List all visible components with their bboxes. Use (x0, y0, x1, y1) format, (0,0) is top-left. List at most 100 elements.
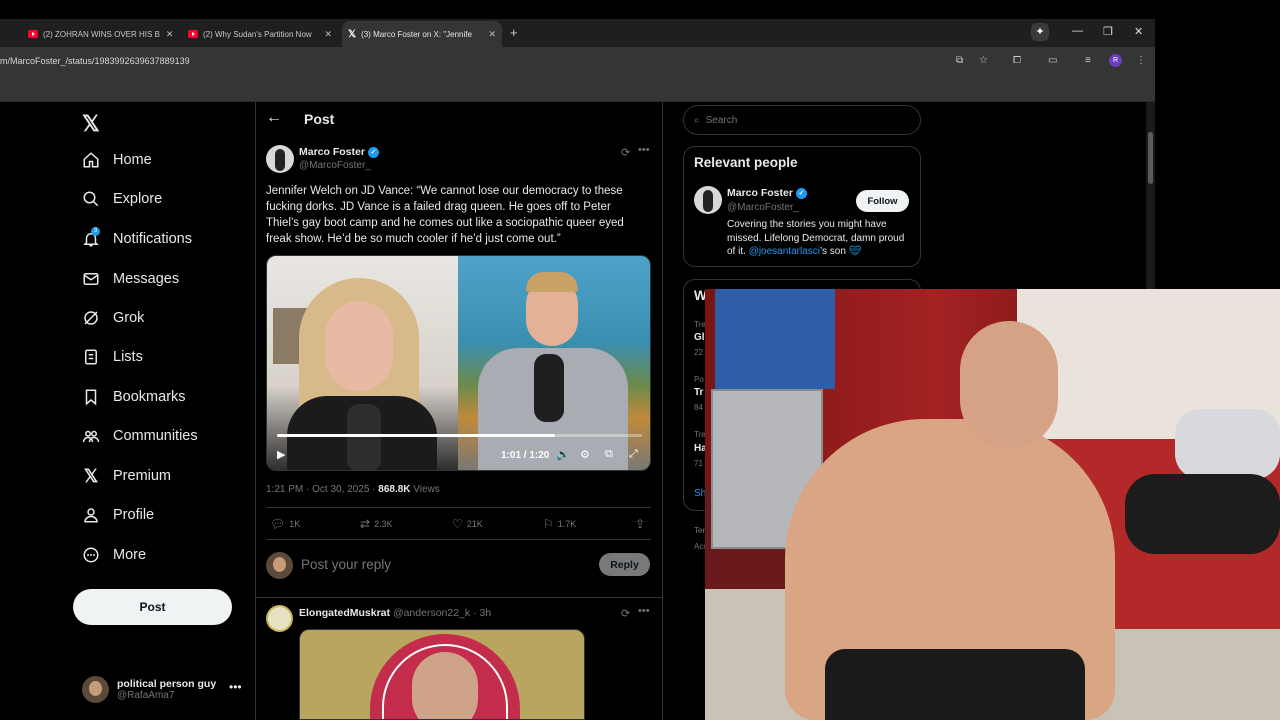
relevant-people-title: Relevant people (694, 155, 798, 170)
play-icon[interactable]: ▶ (277, 448, 285, 461)
x-logo-icon[interactable]: 𝕏 (82, 111, 100, 137)
mail-icon (82, 270, 100, 288)
sidebar-item-lists[interactable]: Lists (82, 348, 143, 366)
sidebar-item-notifications[interactable]: 3 Notifications (82, 227, 192, 248)
address-bar[interactable]: m/MarcoFoster_/status/198399263963788913… (0, 47, 1155, 75)
author-name[interactable]: Marco Foster ✓ (299, 146, 379, 158)
settings-icon[interactable]: ⚙ (580, 448, 590, 461)
reply-image[interactable] (299, 629, 585, 720)
reply-time: · 3h (473, 607, 492, 619)
trend-name[interactable]: Gl (694, 332, 705, 343)
close-window-icon[interactable]: ✕ (1134, 25, 1143, 38)
install-icon[interactable]: ⧉ (956, 55, 963, 66)
tab-sudan[interactable]: (2) Why Sudan's Partition Now ✕ (182, 21, 338, 47)
url-text[interactable]: m/MarcoFoster_/status/198399263963788913… (0, 56, 190, 66)
video-progress-bar[interactable] (277, 434, 642, 437)
reply-input[interactable]: Post your reply (301, 557, 391, 572)
youtube-icon (188, 30, 198, 38)
star-icon[interactable]: ☆ (979, 55, 988, 66)
grok-explain-icon[interactable]: ⟳ (621, 607, 630, 620)
notification-badge: 3 (91, 227, 100, 236)
more-dots-icon[interactable]: ••• (638, 144, 650, 156)
bookmark-action[interactable]: ⚐ 1.7K (543, 517, 576, 531)
sidebar-item-bookmarks[interactable]: Bookmarks (82, 388, 186, 406)
communities-icon (82, 427, 100, 445)
search-input[interactable]: ⌕ Search (683, 105, 921, 135)
gemini-icon[interactable]: ✦ (1031, 23, 1049, 41)
trend-name[interactable]: Tr (694, 387, 703, 398)
author-avatar[interactable] (266, 145, 294, 173)
close-icon[interactable]: ✕ (318, 29, 332, 40)
tab-overflow-close[interactable]: ✕ (0, 21, 12, 47)
sidebar-item-messages[interactable]: Messages (82, 270, 179, 288)
sidebar-item-communities[interactable]: Communities (82, 427, 198, 445)
menu-icon[interactable]: ⋮ (1136, 55, 1146, 66)
account-name: political person guy (117, 678, 217, 690)
minimize-icon[interactable]: — (1072, 25, 1083, 37)
share-action[interactable]: ⇪ (635, 517, 649, 531)
bookmark-bar (0, 75, 1155, 102)
sidebar-item-home[interactable]: Home (82, 151, 152, 169)
sidebar-item-label: Profile (113, 507, 155, 523)
webcam-person-shorts (825, 649, 1085, 720)
footer-link[interactable]: Ter (694, 526, 705, 535)
sidebar-item-label: More (113, 547, 147, 563)
tab-title: (2) Why Sudan's Partition Now (203, 29, 312, 39)
sidebar-item-premium[interactable]: 𝕏 Premium (82, 466, 171, 486)
bio-link[interactable]: @joesantarlasci (749, 246, 820, 257)
webcam-boxes (715, 289, 835, 389)
relevant-person-handle[interactable]: @MarcoFoster_ (727, 202, 799, 213)
new-tab-icon[interactable]: + (510, 25, 518, 40)
scrollbar-thumb[interactable] (1148, 132, 1153, 184)
video-time: 1:01 / 1:20 (501, 450, 550, 461)
repost-icon: ⇄ (360, 517, 371, 531)
verified-icon: ✓ (367, 146, 379, 158)
volume-icon[interactable]: 🔈 (556, 448, 570, 461)
back-arrow-icon[interactable]: ← (266, 109, 282, 127)
fullscreen-icon[interactable]: ⤢ (629, 448, 638, 461)
sidebar-item-explore[interactable]: Explore (82, 190, 162, 208)
reply-button[interactable]: Reply (599, 553, 650, 576)
tab-marco-foster[interactable]: 𝕏 (3) Marco Foster on X: "Jennife ✕ (342, 21, 502, 47)
extensions-icon[interactable]: ⧠ (1013, 55, 1021, 66)
media-icon[interactable]: ≡ (1085, 55, 1091, 66)
reply-author-avatar[interactable] (266, 605, 293, 632)
more-circle-icon (82, 546, 100, 564)
sidepanel-icon[interactable]: ▭ (1048, 55, 1057, 66)
video-player[interactable]: ▶ 1:01 / 1:20 🔈 ⚙ ⧉ ⤢ (266, 255, 651, 471)
reply-action[interactable]: 💬︎ 1K (270, 517, 300, 531)
like-action[interactable]: ♡ 21K (452, 517, 483, 531)
post-timestamp[interactable]: 1:21 PM · Oct 30, 2025 · (266, 484, 378, 495)
repost-action[interactable]: ⇄ 2.3K (360, 517, 393, 531)
trend-category: Tre (694, 320, 706, 329)
more-dots-icon[interactable]: ••• (638, 605, 650, 617)
sidebar-item-label: Messages (113, 271, 180, 287)
sidebar-item-profile[interactable]: Profile (82, 506, 154, 524)
trend-count: 22 (694, 348, 703, 357)
like-count: 21K (466, 519, 483, 529)
follow-button[interactable]: Follow (856, 190, 909, 212)
grok-explain-icon[interactable]: ⟳ (621, 146, 630, 159)
pip-icon[interactable]: ⧉ (605, 448, 613, 461)
webcam-person-head (960, 321, 1058, 449)
bio-suffix: ’s son (819, 246, 849, 257)
close-icon[interactable]: ✕ (160, 29, 174, 40)
repost-count: 2.3K (374, 519, 393, 529)
sidebar-item-more[interactable]: More (82, 546, 146, 564)
account-switcher[interactable]: political person guy @RafaAma7 (82, 676, 216, 703)
microphone-image (347, 404, 381, 470)
avatar[interactable] (694, 186, 722, 214)
profile-avatar[interactable]: R (1109, 54, 1122, 67)
sidebar-item-grok[interactable]: Grok (82, 309, 144, 327)
close-icon[interactable]: ✕ (482, 29, 496, 40)
more-dots-icon[interactable]: ••• (229, 680, 242, 694)
sidebar-item-label: Lists (113, 349, 143, 365)
reply-author-handle: @anderson22_k (392, 607, 471, 619)
sidebar-item-label: Grok (113, 310, 145, 326)
author-handle[interactable]: @MarcoFoster_ (299, 160, 371, 171)
tab-zohran[interactable]: (2) ZOHRAN WINS OVER HIS B ✕ (22, 21, 174, 47)
reply-author[interactable]: ElongatedMuskrat @anderson22_k · 3h (299, 607, 491, 619)
restore-icon[interactable]: ❐ (1103, 25, 1113, 38)
relevant-person-name[interactable]: Marco Foster ✓ (727, 187, 807, 199)
post-button[interactable]: Post (73, 589, 232, 625)
